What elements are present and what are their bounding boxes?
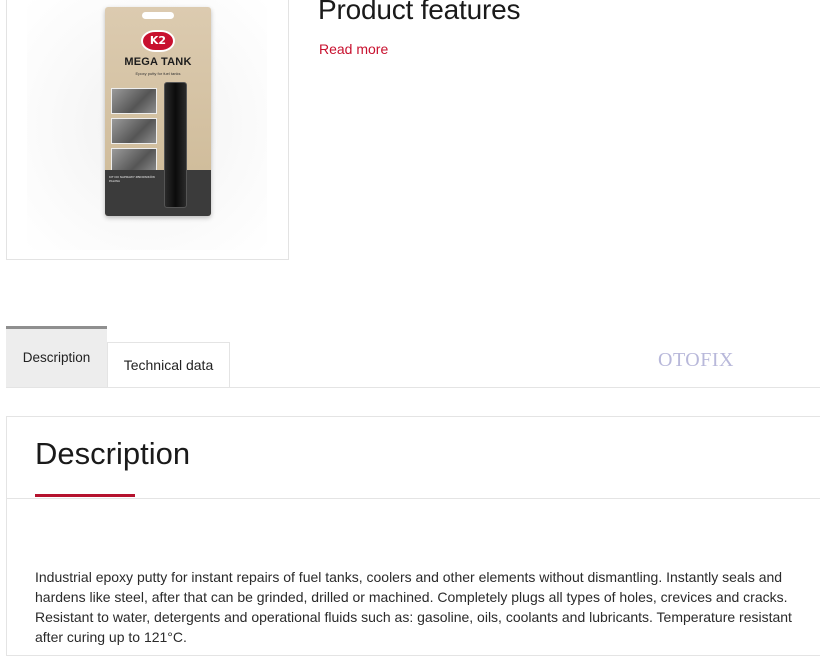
divider — [7, 498, 820, 499]
tab-description[interactable]: Description — [6, 326, 107, 387]
product-package-image: K2 MEGA TANK Epoxy putty for fuel tanks … — [105, 7, 211, 216]
package-photo-1 — [111, 88, 157, 114]
page-title: Product features — [318, 0, 521, 25]
product-name-on-package: MEGA TANK — [124, 56, 192, 68]
package-photo-2 — [111, 118, 157, 144]
package-tagline: Epoxy putty for fuel tanks — [135, 71, 181, 76]
read-more-link[interactable]: Read more — [319, 41, 388, 57]
description-panel: Description Industrial epoxy putty for i… — [6, 416, 820, 656]
product-image-card[interactable]: K2 MEGA TANK Epoxy putty for fuel tanks … — [6, 0, 289, 260]
brand-logo: K2 — [141, 30, 175, 52]
watermark: OTOFIX — [658, 349, 734, 371]
hang-hole — [142, 12, 174, 19]
description-text: Industrial epoxy putty for instant repai… — [35, 569, 792, 645]
tab-technical-data[interactable]: Technical data — [107, 342, 230, 387]
package-small-text: KIT DO NAPRAWY ZBIORNIKÓW PALIWA — [109, 175, 155, 183]
description-heading: Description — [35, 436, 191, 471]
epoxy-stick — [164, 82, 187, 208]
heading-underline — [35, 494, 135, 497]
